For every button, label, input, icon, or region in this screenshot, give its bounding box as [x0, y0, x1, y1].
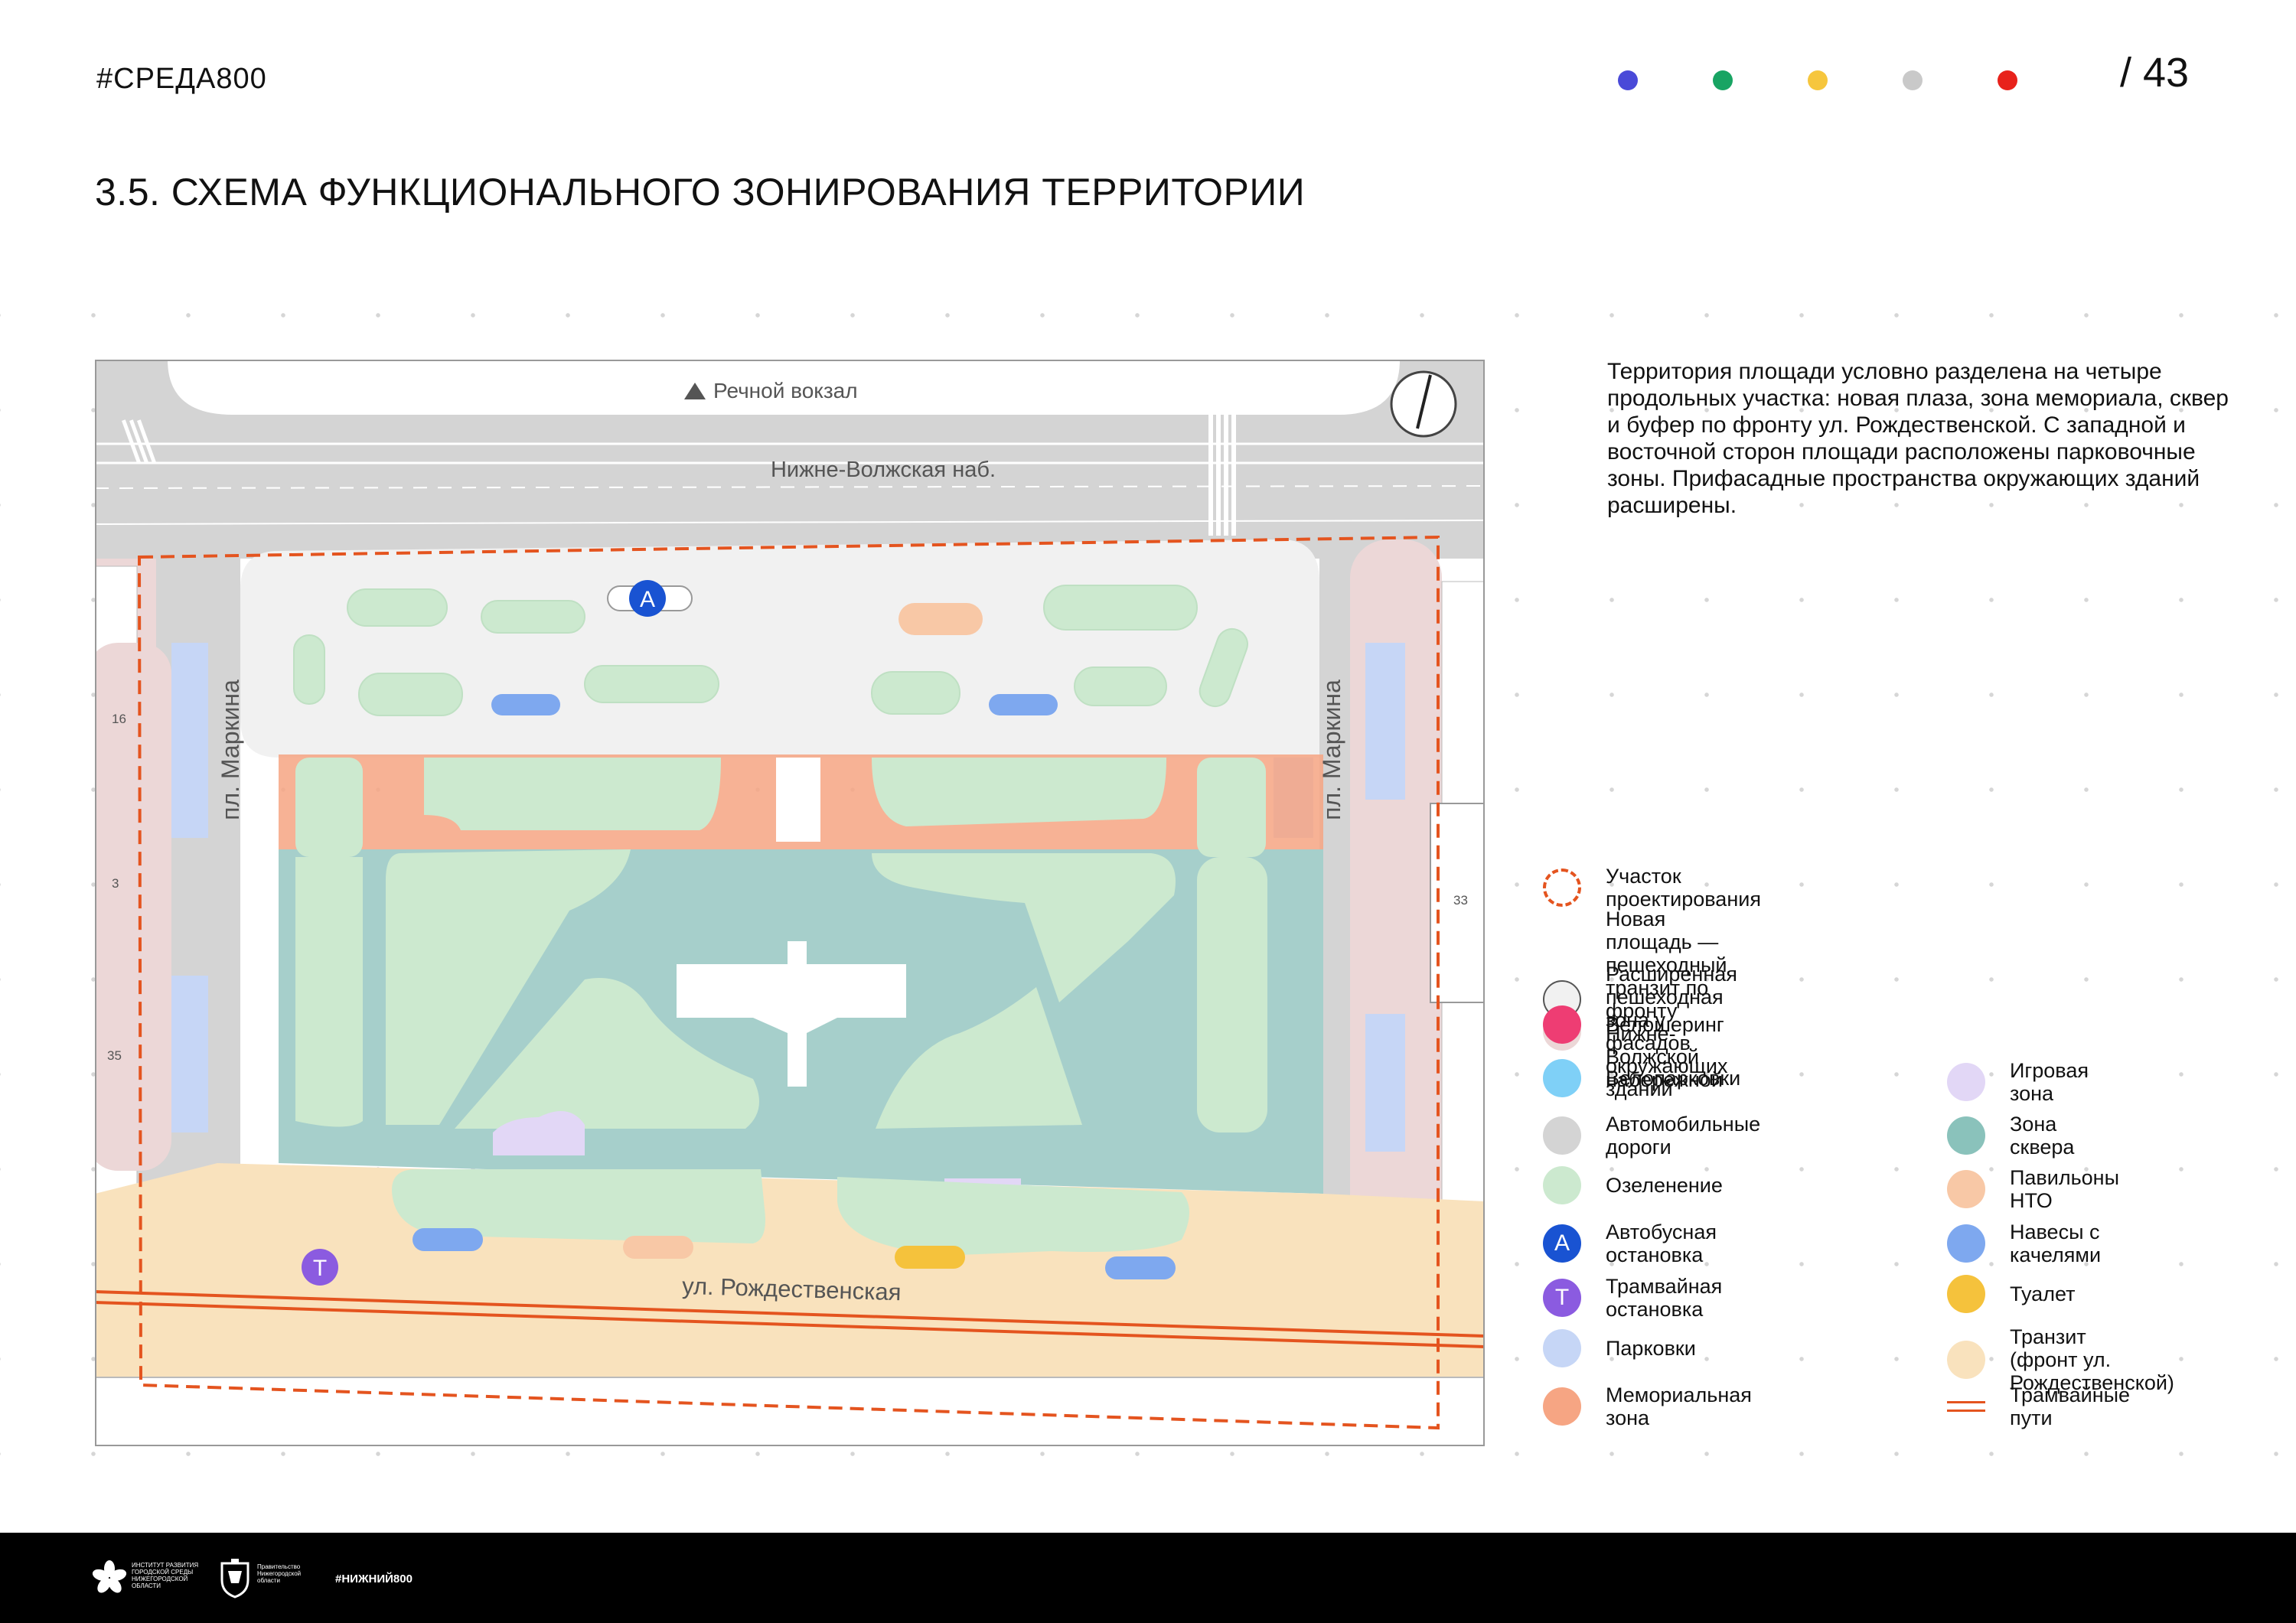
legend-item: Павильоны НТО: [1947, 1166, 2119, 1212]
color-palette: [1618, 70, 2017, 90]
legend-label: Велопарковки: [1606, 1067, 1741, 1090]
footer-hashtag: #НИЖНИЙ800: [335, 1572, 413, 1586]
building-number: 33: [1453, 893, 1468, 908]
legend-item: Парковки: [1543, 1329, 1696, 1367]
zoning-map: Речной вокзал Нижне-Волжская наб. пл. Ма…: [95, 360, 1485, 1446]
description-text: Территория площади условно разделена на …: [1607, 359, 2229, 518]
legend-item: А Автобусная остановка: [1543, 1221, 1717, 1266]
legend-swatch: [1947, 1341, 1985, 1379]
label-markin-west: пл. Маркина: [217, 680, 244, 820]
swing-canopy: [491, 694, 560, 715]
swing-canopy: [413, 1228, 483, 1251]
legend-item: Туалет: [1947, 1275, 2075, 1313]
tram-stop-marker: Т: [302, 1249, 338, 1286]
legend-label: Игровая зона: [2010, 1059, 2089, 1105]
building-number: 16: [112, 712, 126, 726]
org-logo-text: ИНСТИТУТ РАЗВИТИЯ ГОРОДСКОЙ СРЕДЫ НИЖЕГО…: [132, 1562, 199, 1589]
legend-item: Т Трамвайная остановка: [1543, 1275, 1722, 1321]
legend-swatch: [1543, 1166, 1581, 1204]
legend-swatch: [1947, 1170, 1985, 1208]
legend-item: Участок проектирования: [1543, 865, 1761, 911]
palette-dot: [1998, 70, 2017, 90]
page-title: 3.5. СХЕМА ФУНКЦИОНАЛЬНОГО ЗОНИРОВАНИЯ Т…: [95, 171, 1306, 213]
south-buildings: [95, 1377, 1485, 1446]
legend-swatch: [1543, 1005, 1581, 1044]
tram-stop-letter: Т: [313, 1256, 327, 1281]
asterisk-logo-icon: [92, 1560, 127, 1593]
legend-item: Велопарковки: [1543, 1059, 1740, 1097]
brand-hashtag: #СРЕДА800: [96, 63, 267, 95]
bus-stop-marker: А: [629, 580, 666, 617]
coat-of-arms-icon: [220, 1559, 249, 1599]
legend-item: Игровая зона: [1947, 1059, 2089, 1105]
legend-swatch: [1543, 1059, 1581, 1097]
new-plaza: [240, 539, 1319, 758]
legend-swatch: [1947, 1116, 1985, 1155]
building-number: 35: [107, 1048, 122, 1063]
legend-item: Трамвайные пути: [1947, 1383, 2130, 1429]
swing-canopy: [1105, 1256, 1176, 1279]
legend-swatch: А: [1543, 1224, 1581, 1263]
legend-item: Озеленение: [1543, 1166, 1723, 1204]
toilet: [895, 1246, 965, 1269]
legend-swatch: [1947, 1224, 1985, 1263]
east-parking: [1365, 643, 1405, 800]
legend-label: Парковки: [1606, 1337, 1696, 1360]
legend-swatch: [1543, 1116, 1581, 1155]
legend-label: Трамвайные пути: [2010, 1383, 2131, 1429]
nto-pavilion: [899, 603, 983, 635]
legend-swatch: [1543, 1329, 1581, 1367]
north-arrow-icon: [1390, 370, 1457, 438]
legend-item: Зона сквера: [1947, 1113, 2074, 1159]
legend-item: Навесы с качелями: [1947, 1221, 2101, 1266]
nto-pavilion: [623, 1236, 693, 1259]
legend-label: Велошеринг: [1606, 1013, 1724, 1036]
label-markin-east: пл. Маркина: [1318, 680, 1345, 820]
legend-label: Автобусная остановка: [1606, 1221, 1717, 1266]
memorial-stele: [776, 758, 820, 842]
legend-label: Автомобильные дороги: [1606, 1113, 1761, 1159]
legend-swatch: [1947, 1275, 1985, 1313]
palette-dot: [1713, 70, 1733, 90]
legend-label: Мемориальная зона: [1606, 1383, 1752, 1429]
legend-label: Павильоны НТО: [2010, 1166, 2120, 1212]
gov-logo-text: Правительство Нижегородской области: [257, 1563, 302, 1584]
legend-label: Озеленение: [1606, 1174, 1723, 1197]
label-embankment: Нижне-Волжская наб.: [771, 458, 996, 482]
legend-label: Зона сквера: [2010, 1113, 2075, 1159]
page-number: / 43: [2120, 50, 2190, 96]
legend-label: Навесы с качелями: [2010, 1221, 2102, 1266]
footer-bar: ИНСТИТУТ РАЗВИТИЯ ГОРОДСКОЙ СРЕДЫ НИЖЕГО…: [0, 1533, 2296, 1623]
east-parking: [1365, 1014, 1405, 1152]
palette-dot: [1903, 70, 1923, 90]
legend-label: Туалет: [2010, 1282, 2076, 1305]
legend-item: Автомобильные дороги: [1543, 1113, 1760, 1159]
legend-item: Велошеринг: [1543, 1005, 1724, 1044]
legend-swatch: Т: [1543, 1279, 1581, 1317]
legend-swatch: [1947, 1063, 1985, 1101]
legend-swatch: [1947, 1401, 1985, 1412]
bus-stop-letter: А: [640, 587, 655, 612]
palette-dot: [1618, 70, 1638, 90]
legend-swatch: [1543, 1387, 1581, 1426]
swing-canopy: [989, 694, 1058, 715]
label-river-station: Речной вокзал: [713, 379, 858, 402]
legend-label: Трамвайная остановка: [1606, 1275, 1723, 1321]
legend-swatch: [1543, 869, 1581, 907]
palette-dot: [1808, 70, 1828, 90]
legend-label: Участок проектирования: [1606, 865, 1761, 911]
legend-item: Мемориальная зона: [1543, 1383, 1752, 1429]
building-number: 3: [112, 876, 119, 891]
